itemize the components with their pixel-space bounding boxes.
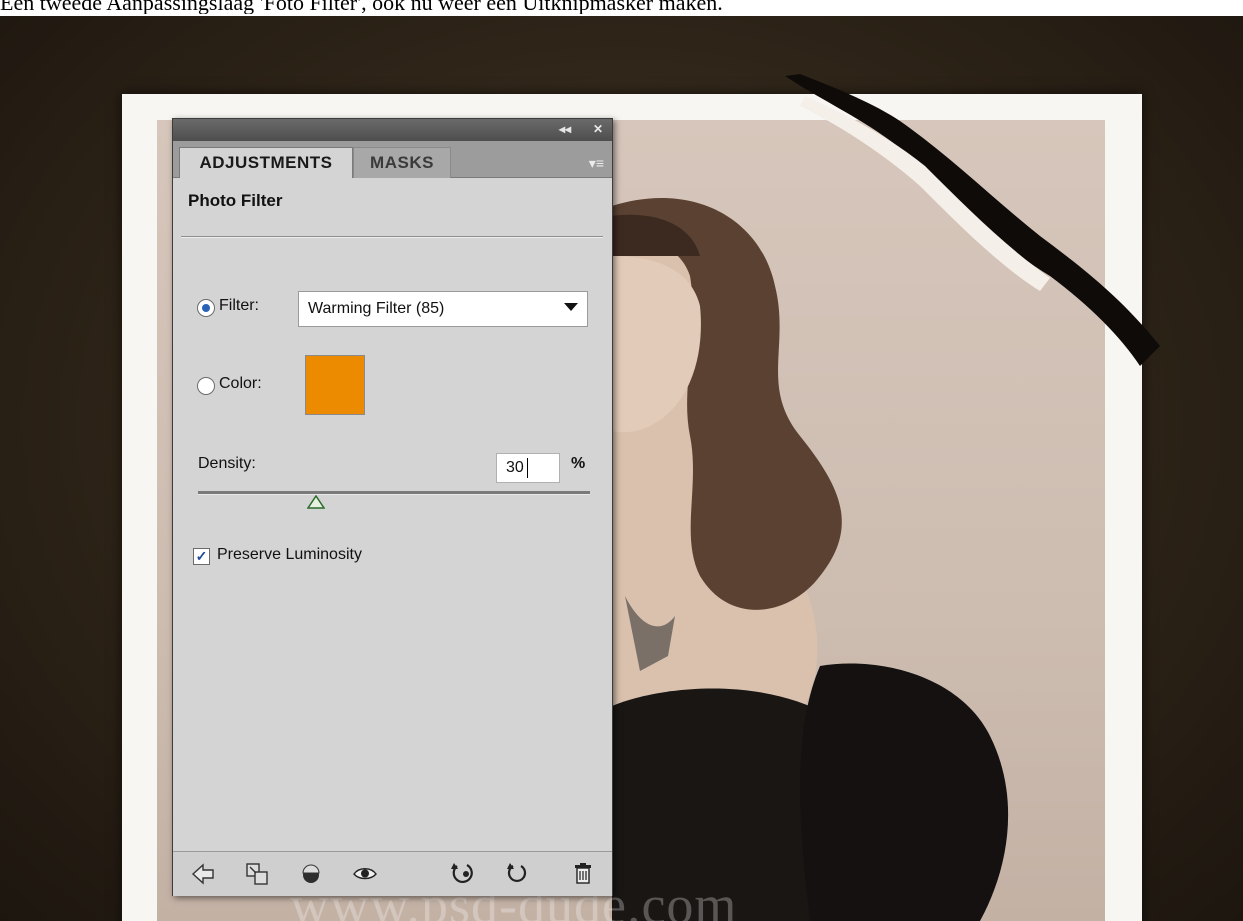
divider: [181, 236, 603, 238]
color-radio[interactable]: [197, 377, 215, 395]
panel-bottom-bar: [173, 851, 612, 896]
panel-title-bar: ◂◂ ✕: [173, 119, 612, 141]
density-value: 30: [506, 459, 524, 476]
filter-label: Filter:: [219, 297, 259, 314]
adjustments-panel: ◂◂ ✕ ADJUSTMENTS MASKS ▾≡ Photo Filter F…: [172, 118, 613, 896]
density-label: Density:: [198, 455, 256, 472]
density-unit: %: [571, 455, 586, 472]
trash-icon[interactable]: [569, 860, 597, 888]
filter-radio[interactable]: [197, 299, 215, 317]
clip-layer-icon[interactable]: [243, 860, 271, 888]
filter-select[interactable]: Warming Filter (85): [298, 291, 588, 327]
collapse-icon[interactable]: ◂◂: [559, 122, 571, 136]
eye-icon[interactable]: [351, 860, 379, 888]
filter-select-value: Warming Filter (85): [308, 300, 445, 317]
view-previous-state-icon[interactable]: [297, 860, 325, 888]
radio-selected-dot: [202, 304, 210, 312]
color-swatch[interactable]: [305, 355, 365, 415]
adjustment-title: Photo Filter: [188, 191, 283, 210]
close-icon[interactable]: ✕: [593, 122, 603, 136]
refresh-icon[interactable]: [503, 860, 531, 888]
preserve-luminosity-checkbox[interactable]: ✓: [193, 548, 210, 565]
density-slider-thumb[interactable]: [306, 495, 325, 509]
chevron-down-icon: [564, 303, 578, 311]
text-cursor: [527, 458, 528, 478]
tab-adjustments[interactable]: ADJUSTMENTS: [179, 147, 353, 178]
page-caption: Een tweede Aanpassingslaag 'Foto Filter'…: [0, 0, 723, 14]
density-slider-track[interactable]: [198, 491, 590, 495]
tab-masks[interactable]: MASKS: [353, 147, 451, 178]
preserve-luminosity-label: Preserve Luminosity: [217, 546, 362, 563]
panel-menu-icon[interactable]: ▾≡: [589, 155, 604, 172]
reset-icon[interactable]: [449, 860, 477, 888]
back-arrow-icon[interactable]: [189, 860, 217, 888]
density-input[interactable]: 30: [496, 453, 560, 483]
panel-tabs: ADJUSTMENTS MASKS ▾≡: [173, 141, 612, 178]
color-label: Color:: [219, 375, 262, 392]
